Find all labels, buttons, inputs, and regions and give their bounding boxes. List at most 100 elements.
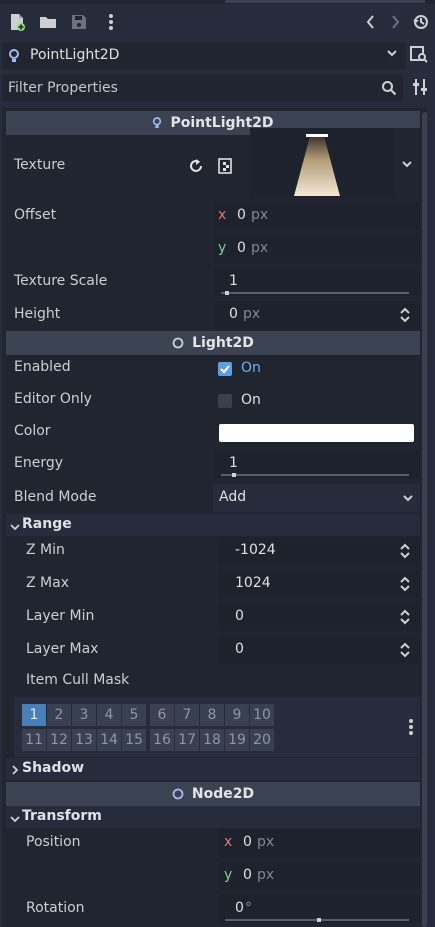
blend-mode-dropdown[interactable]: Add: [213, 484, 420, 512]
history-back-icon[interactable]: [359, 10, 383, 34]
cull-mask-bit[interactable]: 10: [250, 704, 274, 726]
height-value: 0: [229, 306, 238, 322]
cull-mask-bit[interactable]: 15: [122, 729, 146, 751]
range-header-label: Range: [22, 516, 72, 532]
enabled-label: Enabled: [14, 359, 71, 375]
cull-mask-bit[interactable]: 18: [200, 729, 224, 751]
spinner-icon[interactable]: [399, 642, 411, 662]
cull-mask-bit[interactable]: 7: [175, 704, 199, 726]
shadow-header-label: Shadow: [22, 760, 85, 776]
item-cull-mask-label: Item Cull Mask: [26, 672, 130, 688]
offset-x-unit: px: [251, 207, 269, 223]
rotation-unit: °: [245, 900, 252, 916]
new-resource-icon[interactable]: [5, 10, 29, 34]
z-max-value: 1024: [235, 575, 271, 591]
open-folder-icon[interactable]: [36, 10, 60, 34]
inspector-options-icon[interactable]: [412, 78, 428, 100]
axis-y-label: y: [224, 867, 233, 883]
cull-mask-bit[interactable]: 14: [97, 729, 121, 751]
texture-checker-icon[interactable]: [218, 158, 234, 178]
editor-only-checkbox[interactable]: [218, 394, 232, 408]
offset-x-value: 0: [237, 207, 246, 223]
energy-slider[interactable]: 1: [213, 450, 420, 478]
cull-mask-bit[interactable]: 5: [122, 704, 146, 726]
cull-mask-bit[interactable]: 20: [250, 729, 274, 751]
z-min-value: -1024: [235, 542, 276, 558]
energy-value: 1: [229, 455, 238, 471]
height-unit: px: [243, 306, 261, 322]
texture-scale-grabber[interactable]: [225, 291, 229, 295]
chevron-down-icon: [386, 47, 398, 63]
shadow-group-header[interactable]: Shadow: [6, 758, 420, 780]
editor-only-value: On: [241, 392, 261, 408]
energy-grabber[interactable]: [232, 473, 236, 477]
cull-mask-bit[interactable]: 2: [47, 704, 71, 726]
more-vertical-icon[interactable]: [408, 718, 414, 740]
texture-scale-track: [221, 292, 409, 294]
cull-mask-bit[interactable]: 19: [225, 729, 249, 751]
editor-only-label: Editor Only: [14, 391, 92, 407]
spinner-icon[interactable]: [399, 307, 411, 327]
position-y-field[interactable]: y 0 px: [219, 862, 420, 890]
cull-mask-bit[interactable]: 8: [200, 704, 224, 726]
color-swatch[interactable]: [219, 424, 414, 442]
cull-mask-bit[interactable]: 12: [47, 729, 71, 751]
cull-mask-bit[interactable]: 3: [72, 704, 96, 726]
transform-header-label: Transform: [22, 808, 102, 824]
node-selector-label: PointLight2D: [30, 47, 120, 63]
position-label: Position: [26, 834, 81, 850]
history-forward-icon[interactable]: [383, 10, 407, 34]
position-x-field[interactable]: x 0 px: [219, 829, 420, 857]
cull-mask-bit[interactable]: 17: [175, 729, 199, 751]
position-y-value: 0: [243, 867, 252, 883]
enabled-checkbox[interactable]: [218, 362, 232, 376]
cull-mask-bit[interactable]: 11: [22, 729, 46, 751]
node-selector[interactable]: PointLight2D: [2, 42, 406, 70]
offset-y-field[interactable]: y 0 px: [213, 235, 420, 263]
blend-mode-label: Blend Mode: [14, 489, 97, 505]
inspector-scrollbar[interactable]: [422, 112, 427, 927]
rotation-value: 0: [235, 900, 244, 916]
layer-min-value: 0: [235, 608, 244, 624]
texture-preview[interactable]: [250, 128, 393, 198]
transform-group-header[interactable]: Transform: [6, 806, 420, 828]
spinner-icon[interactable]: [399, 543, 411, 563]
layer-min-field[interactable]: 0: [219, 603, 420, 631]
z-min-field[interactable]: -1024: [219, 537, 420, 565]
texture-scale-slider[interactable]: 1: [213, 268, 420, 296]
more-vertical-icon[interactable]: [99, 10, 123, 34]
chevron-down-icon: [402, 492, 414, 508]
spinner-icon[interactable]: [399, 609, 411, 629]
object-history-icon[interactable]: [409, 10, 433, 34]
offset-y-unit: px: [251, 240, 269, 256]
save-icon[interactable]: [67, 10, 91, 34]
rotation-grabber[interactable]: [317, 918, 321, 922]
range-group-header[interactable]: Range: [6, 514, 420, 536]
z-max-label: Z Max: [26, 575, 69, 591]
revert-icon[interactable]: [188, 158, 204, 178]
texture-dropdown-button[interactable]: [393, 128, 420, 198]
cull-mask-bit[interactable]: 4: [97, 704, 121, 726]
spinner-icon[interactable]: [399, 576, 411, 596]
energy-track: [221, 474, 409, 476]
offset-x-field[interactable]: x 0 px: [213, 202, 420, 230]
filter-placeholder: Filter Properties: [8, 80, 118, 96]
cull-mask-bit[interactable]: 1: [22, 704, 46, 726]
filter-properties-field[interactable]: Filter Properties: [2, 74, 403, 102]
layer-max-field[interactable]: 0: [219, 636, 420, 664]
light2d-icon: [172, 337, 184, 349]
rotation-slider[interactable]: 0 °: [219, 895, 420, 923]
cull-mask-bit[interactable]: 13: [72, 729, 96, 751]
height-label: Height: [14, 306, 61, 322]
chevron-down-icon: [10, 812, 20, 828]
offset-label: Offset: [14, 207, 57, 223]
rotation-label: Rotation: [26, 900, 85, 916]
cull-mask-bit[interactable]: 6: [150, 704, 174, 726]
height-field[interactable]: 0 px: [213, 301, 420, 329]
cull-mask-bit[interactable]: 9: [225, 704, 249, 726]
z-max-field[interactable]: 1024: [219, 570, 420, 598]
offset-y-value: 0: [237, 240, 246, 256]
open-documentation-icon[interactable]: [410, 45, 428, 67]
chevron-right-icon: [10, 763, 20, 779]
cull-mask-bit[interactable]: 16: [150, 729, 174, 751]
